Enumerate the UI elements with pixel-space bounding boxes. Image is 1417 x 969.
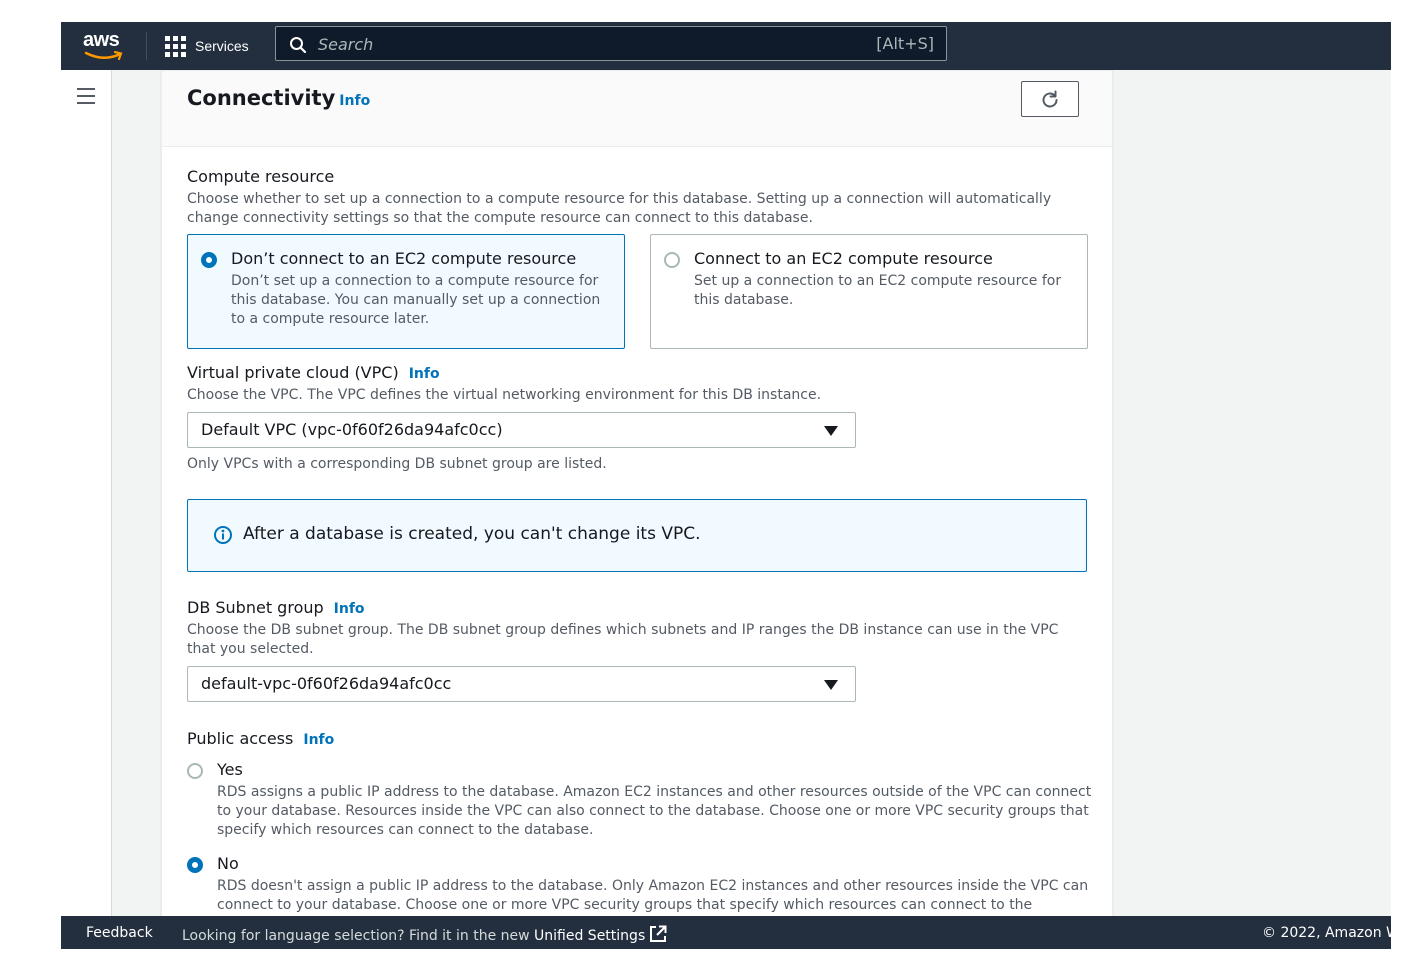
option-title: Don’t connect to an EC2 compute resource <box>231 249 577 268</box>
refresh-button[interactable] <box>1021 81 1079 117</box>
console-frame: aws Services [Alt+S] Conn <box>61 22 1391 949</box>
panel-title: Connectivity Info <box>187 86 370 110</box>
search-input[interactable] <box>318 33 858 55</box>
option-title: Connect to an EC2 compute resource <box>694 249 993 268</box>
external-link-icon[interactable] <box>649 925 667 943</box>
subnet-label: DB Subnet group Info <box>187 598 365 617</box>
subnet-selected-value: default-vpc-0f60f26da94afc0cc <box>201 674 452 693</box>
alert-text: After a database is created, you can't c… <box>243 524 701 544</box>
connectivity-info-link[interactable]: Info <box>339 93 370 109</box>
caret-down-icon <box>824 426 838 436</box>
side-navigation-toggle-panel <box>61 70 112 916</box>
public-access-label-text: Public access <box>187 729 294 748</box>
search-icon <box>290 37 307 54</box>
language-notice: Looking for language selection? Find it … <box>182 925 667 944</box>
search-shortcut: [Alt+S] <box>876 34 934 53</box>
radio-connect[interactable] <box>664 252 680 268</box>
vpc-select[interactable]: Default VPC (vpc-0f60f26da94afc0cc) <box>187 412 856 448</box>
option-description: Set up a connection to an EC2 compute re… <box>694 273 1062 308</box>
unified-settings-link[interactable]: Unified Settings <box>534 928 645 944</box>
services-label: Services <box>195 38 249 54</box>
panel-header: Connectivity Info <box>162 71 1112 147</box>
public-access-yes-radio[interactable] <box>187 763 203 779</box>
aws-logo-text: aws <box>83 29 120 51</box>
search-bar[interactable]: [Alt+S] <box>275 26 947 61</box>
public-access-yes-description: RDS assigns a public IP address to the d… <box>217 784 1092 838</box>
subnet-info-link[interactable]: Info <box>334 601 365 617</box>
compute-resource-description: Choose whether to set up a connection to… <box>187 191 1052 226</box>
aws-logo[interactable]: aws <box>83 28 127 64</box>
vpc-label-text: Virtual private cloud (VPC) <box>187 363 399 382</box>
subnet-select[interactable]: default-vpc-0f60f26da94afc0cc <box>187 666 856 702</box>
refresh-icon <box>1042 90 1058 108</box>
copyright-text: © 2022, Amazon W <box>1262 925 1391 941</box>
option-description: Don’t set up a connection to a compute r… <box>231 273 601 327</box>
public-access-yes-label[interactable]: Yes <box>217 760 243 779</box>
option-dont-connect-ec2[interactable]: Don’t connect to an EC2 compute resource… <box>187 234 625 349</box>
subnet-description: Choose the DB subnet group. The DB subne… <box>187 622 1059 657</box>
vpc-selected-value: Default VPC (vpc-0f60f26da94afc0cc) <box>201 420 503 439</box>
nav-divider <box>146 32 147 60</box>
vpc-description: Choose the VPC. The VPC defines the virt… <box>187 387 822 403</box>
subnet-label-text: DB Subnet group <box>187 598 324 617</box>
top-navigation: aws Services [Alt+S] <box>61 22 1391 70</box>
public-access-no-radio[interactable] <box>187 857 203 873</box>
caret-down-icon <box>824 680 838 690</box>
vpc-info-alert: After a database is created, you can't c… <box>187 499 1087 572</box>
connectivity-panel: Connectivity Info Compute resource Choose… <box>161 70 1113 932</box>
option-connect-ec2[interactable]: Connect to an EC2 compute resource Set u… <box>650 234 1088 349</box>
aws-smile-icon <box>84 51 123 61</box>
public-access-no-label[interactable]: No <box>217 854 239 873</box>
public-access-label: Public access Info <box>187 729 334 748</box>
feedback-button[interactable]: Feedback <box>86 925 153 941</box>
language-notice-text: Looking for language selection? Find it … <box>182 928 530 944</box>
compute-resource-label: Compute resource <box>187 167 335 186</box>
grid-icon <box>165 35 186 57</box>
radio-dont-connect[interactable] <box>201 252 217 268</box>
vpc-hint: Only VPCs with a corresponding DB subnet… <box>187 456 607 472</box>
vpc-label: Virtual private cloud (VPC) Info <box>187 363 440 382</box>
info-circle-icon <box>214 526 232 544</box>
console-footer: Feedback Looking for language selection?… <box>61 916 1391 949</box>
public-access-info-link[interactable]: Info <box>303 732 334 748</box>
services-menu-button[interactable]: Services <box>165 34 249 58</box>
hamburger-icon[interactable] <box>77 88 95 109</box>
vpc-info-link[interactable]: Info <box>409 366 440 382</box>
panel-title-text: Connectivity <box>187 86 336 110</box>
